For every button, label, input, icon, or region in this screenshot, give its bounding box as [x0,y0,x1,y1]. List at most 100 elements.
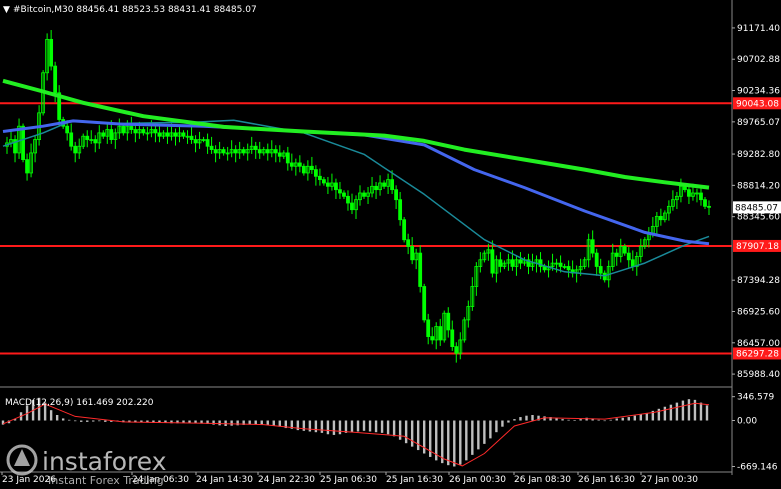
candle-body [510,259,515,267]
time-tick-label: 24 Jan 22:30 [258,475,315,485]
candle-body [193,139,198,144]
macd-tick-label: 346.579 [737,393,774,403]
macd-histogram-bar [699,402,703,421]
time-tick-label: 25 Jan 06:30 [320,475,377,485]
candle-body [273,149,278,154]
macd-histogram-bar [675,402,679,421]
candle-body [614,252,619,257]
macd-histogram-bar [55,415,59,421]
candle-body [53,65,58,94]
candle-body [498,259,503,267]
macd-tick-label: 0.00 [737,417,757,427]
macd-histogram-bar [657,408,661,421]
collapse-triangle-icon[interactable]: ▼ [3,5,10,15]
candle-body [342,192,346,197]
candle-body [326,182,330,187]
macd-histogram-bar [495,420,498,433]
candle-body [398,199,403,221]
macd-histogram-bar [453,420,456,467]
macd-histogram-bar [230,420,233,426]
candle-body [446,312,451,331]
macd-histogram-bar [392,420,396,437]
candle-body [450,329,455,348]
candle-body [590,239,595,254]
macd-histogram-bar [609,419,612,421]
candle-body [346,195,350,204]
level-price-label: 86297.28 [736,349,779,359]
candle-body [490,249,495,274]
candle-body [133,129,138,134]
macd-indicator-label: MACD(12,26,9) 161.469 202.220 [5,398,154,408]
price-tick-label: 88814.20 [737,181,780,191]
macd-histogram-bar [92,420,95,422]
price-tick-label: 89282.80 [737,150,780,160]
candle-body [518,259,523,264]
macd-histogram-bar [308,420,312,432]
candle-body [382,182,386,187]
candle-body [594,252,599,267]
candle-body [626,252,631,261]
macd-histogram-bar [597,419,600,421]
macd-histogram-bar [356,420,360,432]
time-tick-label: 26 Jan 00:30 [449,475,506,485]
time-tick-label: 26 Jan 08:30 [514,475,571,485]
macd-histogram-bar [579,419,582,421]
candle-body [65,125,70,134]
candle-body [418,252,423,287]
price-tick-label: 88345.60 [737,213,780,223]
macd-histogram-bar [49,410,53,421]
candle-body [297,162,302,167]
candle-body [362,192,366,197]
macd-histogram-bar [224,420,227,426]
candle-body [85,135,90,140]
macd-histogram-bar [332,420,336,435]
macd-histogram-bar [380,420,384,433]
candle-body [25,159,29,174]
macd-histogram-bar [74,420,77,422]
macd-histogram-bar [182,420,185,423]
candle-body [542,266,547,271]
macd-histogram-bar [501,420,504,427]
macd-histogram-bar [459,420,462,465]
macd-histogram-bar [320,420,324,433]
time-tick-label: 26 Jan 16:30 [578,475,635,485]
candle-body [438,326,443,341]
candle-body [129,125,134,130]
macd-histogram-bar [67,419,71,421]
price-tick-label: 87394.28 [737,276,780,286]
macd-histogram-bar [104,420,107,422]
price-tick-label: 89765.07 [737,118,780,128]
candle-body [566,266,571,271]
candle-body [410,246,415,261]
trading-chart[interactable]: 90043.0887907.1886297.2888485.07 91171.4… [0,0,781,489]
candle-body [289,162,294,167]
candle-body [213,149,218,154]
time-tick-label: 27 Jan 00:30 [641,475,698,485]
candle-body [285,152,290,164]
candle-body [317,175,322,181]
price-tick-label: 86457.00 [737,339,780,349]
candle-body [558,262,563,267]
candle-body [121,125,126,134]
macd-histogram-bar [687,399,691,421]
macd-histogram-bar [374,420,378,433]
macd-histogram-bar [669,404,673,421]
macd-histogram-bar [561,419,564,421]
macd-histogram-bar [627,417,630,421]
macd-histogram-bar [477,420,480,450]
candle-body [402,219,407,241]
candle-body [257,149,262,154]
candle-body [703,199,707,207]
candle-body [426,319,431,337]
macd-histogram-bar [404,420,408,444]
candle-body [699,192,703,201]
macd-histogram-bar [633,415,636,421]
candle-body [73,145,78,154]
candle-body [69,132,74,147]
candle-body [422,286,427,321]
macd-histogram-bar [447,420,450,466]
candle-body [394,189,399,201]
watermark-tagline: Instant Forex Trading [48,474,164,487]
candle-body [390,179,395,191]
macd-histogram-bar [416,420,420,451]
